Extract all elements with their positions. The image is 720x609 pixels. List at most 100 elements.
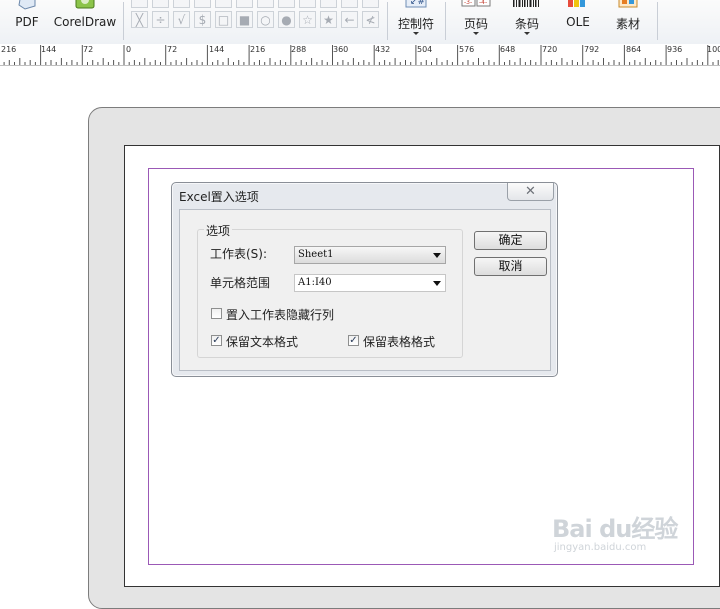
toolbar: PDF CorelDraw ╳ ÷ √ $ □ ■ ○ ● ☆ ★ ← ≮ ↙#…	[0, 0, 720, 45]
symbol-cross-icon[interactable]: ╳	[131, 11, 148, 28]
ole-button[interactable]: OLE	[556, 0, 600, 44]
symbol-square-icon[interactable]: □	[215, 11, 232, 28]
chevron-down-icon	[433, 253, 441, 258]
svg-text:-4-: -4-	[479, 0, 487, 6]
symbol-sqrt-icon[interactable]: √	[173, 11, 190, 28]
symbol-top-1[interactable]	[131, 0, 148, 8]
control-char-button[interactable]: ↙# 控制符	[392, 0, 440, 44]
svg-text:↙#: ↙#	[410, 0, 425, 7]
ruler-label: 0	[126, 45, 132, 54]
hidden-rows-label: 置入工作表隐藏行列	[226, 308, 335, 322]
cancel-button[interactable]: 取消	[474, 257, 547, 276]
watermark-logo-text: Bai du经验	[552, 515, 678, 543]
keep-text-format-checkbox[interactable]: ✓	[211, 335, 222, 346]
ruler-label: 936	[667, 45, 683, 54]
sheet-select[interactable]: Sheet1	[294, 246, 446, 264]
keep-table-format-label: 保留表格格式	[363, 335, 436, 349]
cell-range-value: A1:I40	[298, 277, 332, 288]
ruler-label: 432	[375, 45, 391, 54]
ruler-label: 216	[250, 45, 266, 54]
ruler-label: 144	[209, 45, 225, 54]
ruler-label: 72	[167, 45, 178, 54]
ruler-label: 864	[626, 45, 642, 54]
material-label: 素材	[615, 17, 640, 31]
dialog-body: 选项 工作表(S): Sheet1 单元格范围 A1:I40 置入工作表隐藏行列…	[179, 209, 551, 371]
ruler-ticks	[3, 45, 719, 65]
page-number-button[interactable]: -3- -4- 页码	[452, 0, 500, 44]
cell-range-select[interactable]: A1:I40	[294, 274, 446, 292]
ruler-label: 576	[459, 45, 475, 54]
symbol-top-7[interactable]	[257, 0, 274, 8]
ruler-label: 1008	[707, 45, 720, 54]
ruler-label: 72	[83, 45, 94, 54]
symbol-arrow-left-icon[interactable]: ←	[341, 11, 358, 28]
keep-text-format-option[interactable]: ✓ 保留文本格式	[211, 334, 331, 349]
ole-icon	[568, 0, 585, 7]
ruler-label: 648	[500, 45, 516, 54]
keep-text-format-label: 保留文本格式	[226, 335, 299, 349]
barcode-label: 条码	[514, 17, 539, 31]
toolbar-separator	[657, 2, 658, 40]
control-char-label: 控制符	[397, 17, 434, 31]
hidden-rows-option[interactable]: 置入工作表隐藏行列	[211, 307, 361, 322]
symbol-filled-circle-icon[interactable]: ●	[278, 11, 295, 28]
toolbar-separator	[123, 2, 124, 40]
svg-text:-3-: -3-	[464, 0, 472, 6]
page-number-label: 页码	[463, 17, 488, 31]
baidu-watermark: Bai du经验 jingyan.baidu.com	[552, 509, 678, 553]
chevron-down-icon	[413, 32, 419, 35]
symbol-top-2[interactable]	[152, 0, 169, 8]
options-group-label: 选项	[204, 222, 233, 239]
ruler-label: 360	[333, 45, 349, 54]
chevron-down-icon	[433, 281, 441, 286]
symbol-top-10[interactable]	[320, 0, 337, 8]
coreldraw-icon	[75, 0, 95, 9]
coreldraw-label: CorelDraw	[53, 15, 117, 29]
symbol-top-12[interactable]	[362, 0, 379, 8]
ruler-label: 144	[41, 45, 57, 54]
symbol-filled-star-icon[interactable]: ★	[320, 11, 337, 28]
ruler-label: 288	[291, 45, 307, 54]
symbol-top-3[interactable]	[173, 0, 190, 8]
symbol-not-less-icon[interactable]: ≮	[362, 11, 379, 28]
symbol-star-icon[interactable]: ☆	[299, 11, 316, 28]
material-button[interactable]: 素材	[606, 0, 650, 44]
close-icon[interactable]: ✕	[507, 183, 554, 201]
dialog-title: Excel置入选项	[179, 190, 259, 204]
excel-import-dialog: Excel置入选项 ✕ 选项 工作表(S): Sheet1 单元格范围 A1:I…	[171, 182, 558, 377]
pdf-icon	[18, 0, 36, 10]
symbol-top-11[interactable]	[341, 0, 358, 8]
symbol-circle-icon[interactable]: ○	[257, 11, 274, 28]
toolbar-separator	[445, 2, 446, 40]
coreldraw-button[interactable]: CorelDraw	[50, 0, 120, 44]
hidden-rows-checkbox[interactable]	[211, 308, 222, 319]
symbol-top-8[interactable]	[278, 0, 295, 8]
horizontal-ruler[interactable]: 216 144 72 0 72 144 216 288 360 432 504 …	[0, 44, 720, 66]
symbol-divide-icon[interactable]: ÷	[152, 11, 169, 28]
symbol-dollar-icon[interactable]: $	[194, 11, 211, 28]
symbol-top-6[interactable]	[236, 0, 253, 8]
symbol-filled-square-icon[interactable]: ■	[236, 11, 253, 28]
ruler-label: 504	[417, 45, 433, 54]
cell-range-label: 单元格范围	[210, 276, 271, 290]
symbol-grid: ╳ ÷ √ $ □ ■ ○ ● ☆ ★ ← ≮	[128, 0, 380, 44]
ok-button[interactable]: 确定	[474, 231, 547, 250]
ruler-label: 720	[542, 45, 558, 54]
symbol-top-4[interactable]	[194, 0, 211, 8]
toolbar-separator	[387, 2, 388, 40]
symbol-top-5[interactable]	[215, 0, 232, 8]
keep-table-format-option[interactable]: ✓ 保留表格格式	[348, 334, 458, 349]
chevron-down-icon	[524, 32, 530, 35]
barcode-icon	[513, 0, 539, 7]
sheet-select-value: Sheet1	[298, 249, 334, 260]
ruler-label: 216	[1, 45, 17, 54]
symbol-top-9[interactable]	[299, 0, 316, 8]
chevron-down-icon	[473, 32, 479, 35]
barcode-button[interactable]: 条码	[503, 0, 551, 44]
pdf-label: PDF	[15, 15, 39, 29]
keep-table-format-checkbox[interactable]: ✓	[348, 335, 359, 346]
pdf-button[interactable]: PDF	[8, 0, 46, 44]
ole-label: OLE	[566, 15, 590, 29]
material-icon	[618, 0, 638, 8]
ruler-label: 792	[584, 45, 600, 54]
